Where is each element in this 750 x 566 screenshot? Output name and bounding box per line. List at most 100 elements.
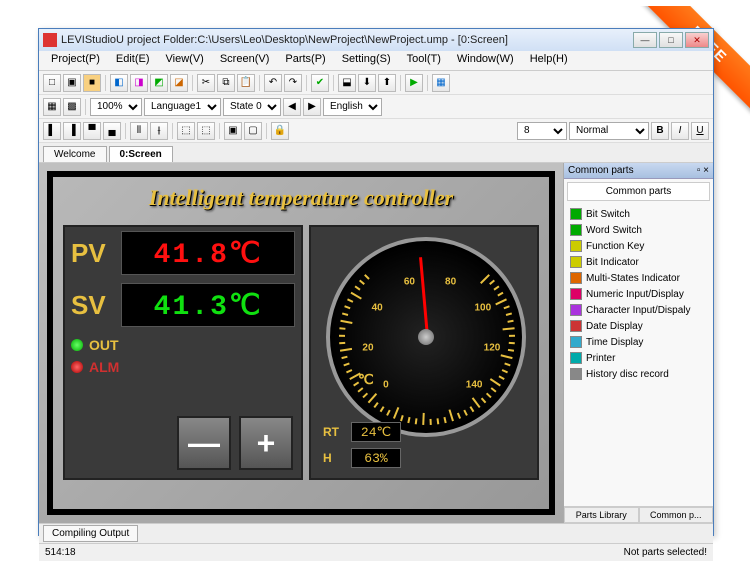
screen-tab[interactable]: 0:Screen <box>109 146 173 162</box>
run-icon[interactable]: ▶ <box>405 74 423 92</box>
back-icon[interactable]: ▢ <box>244 122 262 140</box>
out-led-icon <box>71 339 83 351</box>
part-icon <box>570 320 582 332</box>
undo-icon[interactable]: ↶ <box>264 74 282 92</box>
group-icon[interactable]: ⬚ <box>177 122 195 140</box>
language-select[interactable]: Language1 <box>144 98 221 116</box>
distribute-icon[interactable]: ⫲ <box>150 122 168 140</box>
upload-icon[interactable]: ⬆ <box>378 74 396 92</box>
part-label: History disc record <box>586 369 669 380</box>
bold-icon[interactable]: B <box>651 122 669 140</box>
tool-icon[interactable]: ◩ <box>150 74 168 92</box>
underline-icon[interactable]: U <box>691 122 709 140</box>
part-icon <box>570 240 582 252</box>
italic-icon[interactable]: I <box>671 122 689 140</box>
snap-icon[interactable]: ▩ <box>63 98 81 116</box>
rt-display: 24℃ <box>351 422 401 442</box>
align-icon[interactable]: ▀ <box>83 122 101 140</box>
align-icon[interactable]: ▄ <box>103 122 121 140</box>
part-item[interactable]: Numeric Input/Display <box>566 286 711 302</box>
part-item[interactable]: Bit Switch <box>566 206 711 222</box>
zoom-select[interactable]: 100% <box>90 98 142 116</box>
window-icon[interactable]: ▦ <box>432 74 450 92</box>
menu-setting[interactable]: Setting(S) <box>334 51 399 70</box>
copy-icon[interactable]: ⧉ <box>217 74 235 92</box>
menu-parts[interactable]: Parts(P) <box>277 51 333 70</box>
menu-window[interactable]: Window(W) <box>449 51 522 70</box>
minus-button[interactable]: — <box>177 416 231 470</box>
gauge-mark: 60 <box>404 277 415 288</box>
part-item[interactable]: Bit Indicator <box>566 254 711 270</box>
toolbar-1: □ ▣ ■ ◧ ◨ ◩ ◪ ✂ ⧉ 📋 ↶ ↷ ✔ ⬓ ⬇ ⬆ ▶ ▦ <box>39 71 713 95</box>
check-icon[interactable]: ✔ <box>311 74 329 92</box>
state-select[interactable]: State 0 <box>223 98 281 116</box>
ungroup-icon[interactable]: ⬚ <box>197 122 215 140</box>
maximize-button[interactable]: □ <box>659 32 683 48</box>
menu-edit[interactable]: Edit(E) <box>108 51 158 70</box>
panel-pin-icon[interactable]: ▫ × <box>697 165 709 176</box>
fontstyle-select[interactable]: Normal <box>569 122 649 140</box>
cut-icon[interactable]: ✂ <box>197 74 215 92</box>
distribute-icon[interactable]: ⫴ <box>130 122 148 140</box>
menu-view[interactable]: View(V) <box>158 51 212 70</box>
align-icon[interactable]: ▌ <box>43 122 61 140</box>
part-item[interactable]: Time Display <box>566 334 711 350</box>
fontsize-select[interactable]: 8 <box>517 122 567 140</box>
next-state-icon[interactable]: ▶ <box>303 98 321 116</box>
tool-icon[interactable]: ◨ <box>130 74 148 92</box>
part-item[interactable]: Character Input/Dispaly <box>566 302 711 318</box>
part-item[interactable]: History disc record <box>566 366 711 382</box>
align-icon[interactable]: ▐ <box>63 122 81 140</box>
part-item[interactable]: Date Display <box>566 318 711 334</box>
close-button[interactable]: ✕ <box>685 32 709 48</box>
lock-icon[interactable]: 🔒 <box>271 122 289 140</box>
sv-display: 41.3℃ <box>121 283 295 327</box>
menu-screen[interactable]: Screen(V) <box>212 51 278 70</box>
design-canvas[interactable]: Intelligent temperature controller PV 41… <box>39 163 563 523</box>
build-icon[interactable]: ⬓ <box>338 74 356 92</box>
part-label: Word Switch <box>586 225 642 236</box>
compiling-output-tab[interactable]: Compiling Output <box>43 525 138 542</box>
save-icon[interactable]: ■ <box>83 74 101 92</box>
menu-project[interactable]: Project(P) <box>43 51 108 70</box>
part-item[interactable]: Printer <box>566 350 711 366</box>
part-label: Numeric Input/Display <box>586 289 684 300</box>
part-item[interactable]: Multi-States Indicator <box>566 270 711 286</box>
part-item[interactable]: Function Key <box>566 238 711 254</box>
front-icon[interactable]: ▣ <box>224 122 242 140</box>
prev-state-icon[interactable]: ◀ <box>283 98 301 116</box>
paste-icon[interactable]: 📋 <box>237 74 255 92</box>
plus-button[interactable]: + <box>239 416 293 470</box>
part-label: Printer <box>586 353 615 364</box>
tool-icon[interactable]: ◧ <box>110 74 128 92</box>
part-icon <box>570 224 582 236</box>
grid-icon[interactable]: ▦ <box>43 98 61 116</box>
part-label: Multi-States Indicator <box>586 273 680 284</box>
out-label: OUT <box>89 337 119 353</box>
part-item[interactable]: Word Switch <box>566 222 711 238</box>
open-icon[interactable]: ▣ <box>63 74 81 92</box>
window-title: LEVIStudioU project Folder:C:\Users\Leo\… <box>61 34 633 46</box>
download-icon[interactable]: ⬇ <box>358 74 376 92</box>
gauge-panel: ℃ 020406080100120140 RT 24℃ H 63% <box>309 225 539 480</box>
menu-help[interactable]: Help(H) <box>522 51 576 70</box>
gauge-mark: 40 <box>372 302 383 313</box>
alm-label: ALM <box>89 359 119 375</box>
tool-icon[interactable]: ◪ <box>170 74 188 92</box>
common-parts-tab[interactable]: Common p... <box>639 507 714 523</box>
screen-tab[interactable]: Welcome <box>43 146 107 162</box>
lang2-select[interactable]: English <box>323 98 382 116</box>
parts-library-tab[interactable]: Parts Library <box>564 507 639 523</box>
gauge-mark: 140 <box>466 380 483 391</box>
part-label: Function Key <box>586 241 644 252</box>
pv-display: 41.8℃ <box>121 231 295 275</box>
redo-icon[interactable]: ↷ <box>284 74 302 92</box>
minimize-button[interactable]: — <box>633 32 657 48</box>
gauge-needle-icon <box>419 257 429 337</box>
gauge-mark: 0 <box>383 380 389 391</box>
gauge-cap-icon <box>418 329 434 345</box>
app-icon <box>43 33 57 47</box>
hmi-screen: Intelligent temperature controller PV 41… <box>47 171 555 515</box>
new-icon[interactable]: □ <box>43 74 61 92</box>
menu-tool[interactable]: Tool(T) <box>399 51 449 70</box>
